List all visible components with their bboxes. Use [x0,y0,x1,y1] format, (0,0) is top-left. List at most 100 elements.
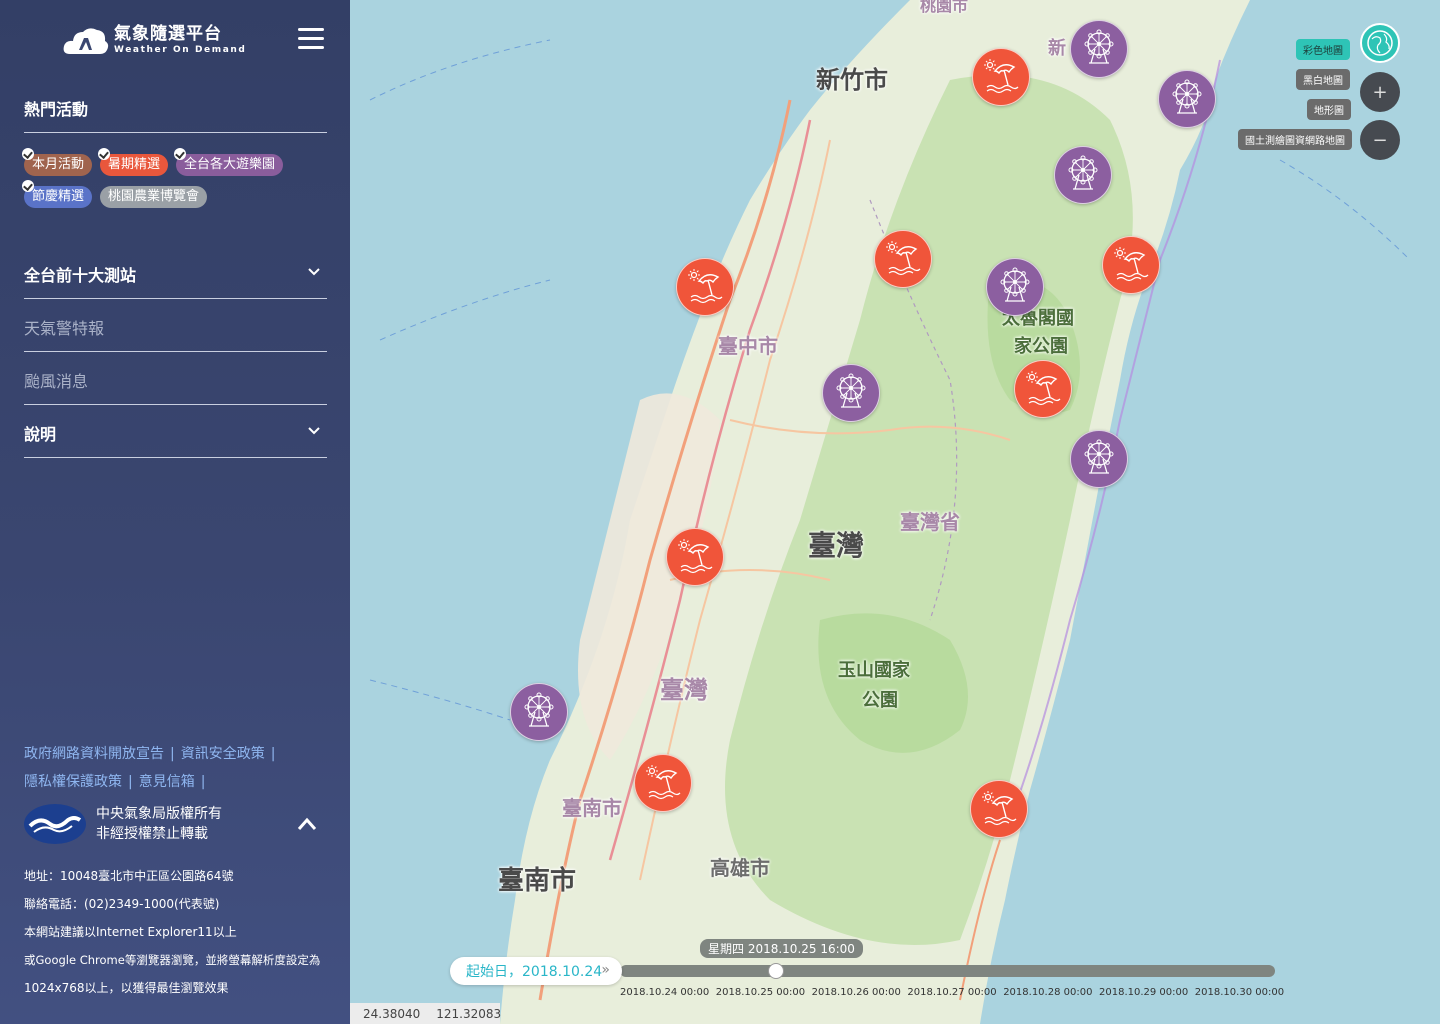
timeline-tick: 2018.10.29 00:00 [1099,987,1189,998]
beach-umbrella-icon [981,55,1021,99]
beach-marker[interactable] [676,258,734,316]
longitude: 121.32083 [436,1006,502,1021]
amusement-park-marker[interactable] [1158,70,1216,128]
cwb-logo-icon [24,804,86,844]
link-security-policy[interactable]: 資訊安全政策 [181,746,265,762]
sidebar-item-weather-warnings[interactable]: 天氣警特報 [24,315,327,352]
place-taoyuan: 桃園市 [920,0,969,15]
double-chevron-right-icon: » [601,962,610,978]
place-yushan-2: 公園 [862,690,898,711]
tag-taoyuan-expo[interactable]: 桃園農業博覽會 [100,186,208,208]
beach-marker[interactable] [970,780,1028,838]
timeline-tick: 2018.10.28 00:00 [1003,987,1093,998]
amusement-park-marker[interactable] [1070,430,1128,488]
ferris-wheel-icon [1079,437,1119,481]
sidebar-item-top-stations[interactable]: 全台前十大測站 [24,262,327,299]
copyright-line1: 中央氣象局版權所有 [96,806,222,822]
amusement-park-marker[interactable] [986,258,1044,316]
layer-terrain-map-button[interactable]: 地形圖 [1307,99,1351,120]
place-hsinchu: 新竹市 [816,66,888,94]
site-info: 地址：10048臺北市中正區公園路64號 聯絡電話：(02)2349-1000(… [24,869,321,995]
timeline-handle[interactable] [768,963,784,979]
place-taichung: 臺中市 [718,334,778,358]
beach-umbrella-icon [979,787,1019,831]
layer-color-map-button[interactable]: 彩色地圖 [1296,39,1350,60]
activity-tags: 本月活動 暑期精選 全台各大遊樂園 節慶精選 桃園農業博覽會 [22,148,334,218]
zoom-in-button[interactable]: + [1360,72,1400,112]
cloud-logo-icon [62,24,110,56]
beach-umbrella-icon [675,535,715,579]
logo[interactable]: 氣象隨選平台 Weather On Demand [62,22,246,58]
timeline-current-time: 星期四 2018.10.25 16:00 [700,939,863,958]
place-taiwan-sw: 臺灣 [660,676,708,704]
beach-marker[interactable] [666,528,724,586]
sidebar: 氣象隨選平台 Weather On Demand 熱門活動 本月活動 暑期精選 … [0,0,350,1024]
amusement-park-marker[interactable] [1070,20,1128,78]
layer-grayscale-map-button[interactable]: 黑白地圖 [1296,69,1350,90]
check-icon [22,148,34,160]
beach-marker[interactable] [874,230,932,288]
copyright-line2: 非經授權禁止轉載 [96,826,208,842]
ferris-wheel-icon [1167,77,1207,121]
place-yushan-1: 玉山國家 [838,660,910,681]
place-xin: 新 [1048,38,1066,59]
check-icon [98,148,111,160]
tag-summer[interactable]: 暑期精選 [98,148,169,176]
beach-umbrella-icon [643,761,683,805]
sidebar-item-help[interactable]: 說明 [24,421,327,458]
place-taroko-2: 家公園 [1014,336,1068,357]
place-tainan-faint: 臺南市 [562,796,622,820]
place-taiwan-province: 臺灣省 [900,510,960,534]
beach-umbrella-icon [883,237,923,281]
place-taiwan: 臺灣 [808,529,865,562]
ferris-wheel-icon [995,265,1035,309]
layer-nlsc-map-button[interactable]: 國土測繪圖資網路地圖 [1238,129,1352,150]
logo-subtitle: Weather On Demand [114,44,247,55]
link-feedback[interactable]: 意見信箱 [139,774,195,790]
latitude: 24.38040 [363,1006,421,1021]
beach-marker[interactable] [1102,236,1160,294]
timeline-tick: 2018.10.24 00:00 [620,987,710,998]
coordinate-readout: 24.38040 121.32083 [350,1003,502,1024]
cwb-copyright: 中央氣象局版權所有 非經授權禁止轉載 [24,804,222,844]
place-tainan: 臺南市 [498,866,577,896]
start-date-button[interactable]: 起始日，2018.10.24 » [450,957,622,985]
amusement-park-marker[interactable] [510,683,568,741]
menu-icon[interactable] [298,28,324,50]
check-icon [174,148,187,160]
ferris-wheel-icon [1079,27,1119,71]
beach-marker[interactable] [634,754,692,812]
beach-umbrella-icon [1023,367,1063,411]
amusement-park-marker[interactable] [1054,146,1112,204]
map[interactable]: 桃園市 新竹市 新 臺中市 太魯閣國 家公園 臺灣省 臺灣 玉山國家 公園 臺灣… [350,0,1440,1024]
beach-umbrella-icon [1111,243,1151,287]
check-icon [22,180,34,192]
ferris-wheel-icon [1063,153,1103,197]
link-privacy-policy[interactable]: 隱私權保護政策 [24,774,122,790]
logo-title: 氣象隨選平台 [114,23,222,44]
beach-umbrella-icon [685,265,725,309]
ferris-wheel-icon [519,690,559,734]
timeline-tick: 2018.10.30 00:00 [1194,987,1285,998]
timeline-tick: 2018.10.26 00:00 [811,987,901,998]
chevron-down-icon [308,427,320,435]
tag-festivals[interactable]: 節慶精選 [22,180,93,208]
timeline-tick: 2018.10.27 00:00 [907,987,997,998]
place-kaohsiung: 高雄市 [710,856,770,880]
tag-amusement-parks[interactable]: 全台各大遊樂園 [174,148,284,176]
footer-links: 政府網路資料開放宣告 | 資訊安全政策 | 隱私權保護政策 | 意見信箱 | [24,746,276,790]
ferris-wheel-icon [831,371,871,415]
zoom-out-button[interactable]: − [1360,120,1400,160]
hot-activities-title: 熱門活動 [24,96,327,133]
chevron-down-icon [308,268,320,276]
beach-marker[interactable] [1014,360,1072,418]
amusement-park-marker[interactable] [822,364,880,422]
chevron-up-icon[interactable] [296,816,318,832]
sidebar-item-typhoon[interactable]: 颱風消息 [24,368,327,405]
timeline-tick: 2018.10.25 00:00 [715,987,806,998]
link-open-data[interactable]: 政府網路資料開放宣告 [24,746,164,762]
beach-marker[interactable] [972,48,1030,106]
timeline-track[interactable] [620,965,1275,977]
tag-monthly[interactable]: 本月活動 [22,148,93,176]
globe-icon[interactable] [1360,23,1400,63]
